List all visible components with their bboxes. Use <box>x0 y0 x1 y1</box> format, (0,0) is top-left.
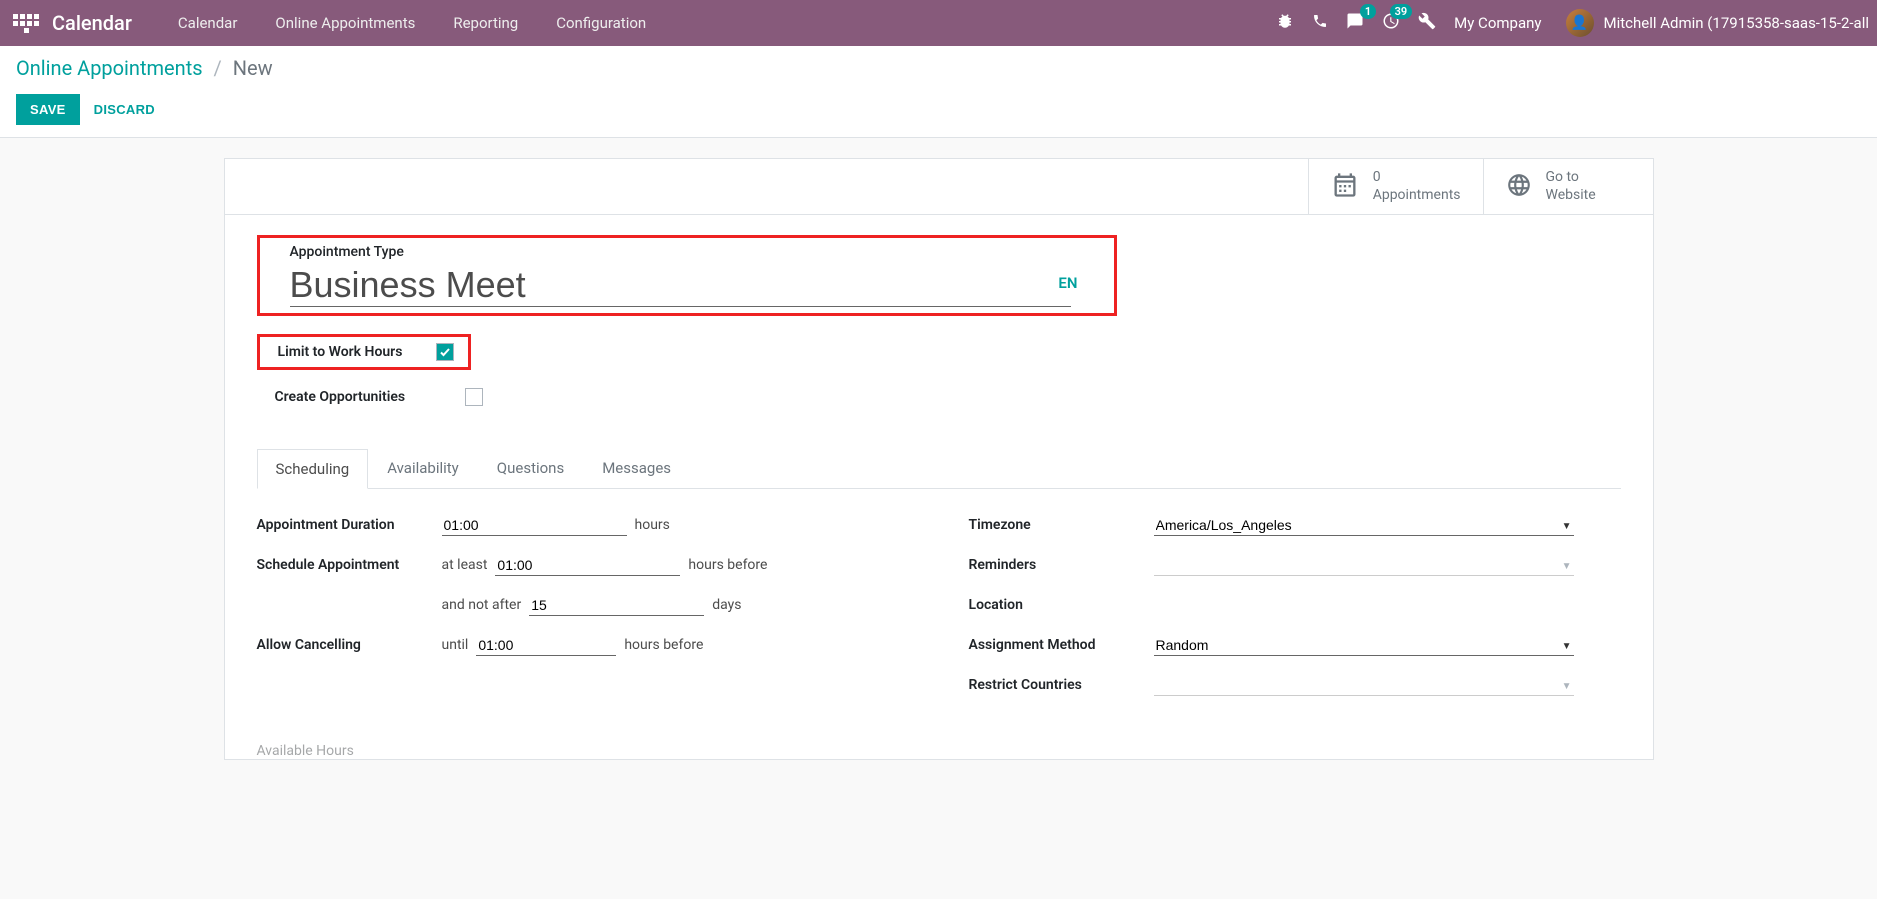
appointment-type-label: Appointment Type <box>290 244 1104 260</box>
activities-icon[interactable]: 39 <box>1382 12 1400 34</box>
company-switcher[interactable]: My Company <box>1454 14 1541 32</box>
schedule-label: Schedule Appointment <box>257 557 442 573</box>
duration-label: Appointment Duration <box>257 517 442 533</box>
reminders-label: Reminders <box>969 557 1154 573</box>
tabs: Scheduling Availability Questions Messag… <box>257 448 1621 488</box>
restrict-label: Restrict Countries <box>969 677 1154 693</box>
cancel-suffix: hours before <box>624 637 703 653</box>
nav-items: Calendar Online Appointments Reporting C… <box>160 2 664 44</box>
timezone-label: Timezone <box>969 517 1154 533</box>
tab-scheduling[interactable]: Scheduling <box>257 449 369 489</box>
cancel-input[interactable] <box>476 635 616 656</box>
language-badge[interactable]: EN <box>1058 274 1077 292</box>
cancel-prefix: until <box>442 637 469 653</box>
appointment-type-input[interactable] <box>290 264 1071 307</box>
apps-icon[interactable] <box>12 9 40 37</box>
timezone-select[interactable] <box>1154 515 1574 536</box>
systray: 1 39 My Company 👤 Mitchell Admin (179153… <box>1276 9 1869 37</box>
breadcrumb-current: New <box>233 56 273 80</box>
not-after-prefix: and not after <box>442 597 522 613</box>
stat-appointments-label: Appointments <box>1373 187 1461 205</box>
limit-work-hours-highlight: Limit to Work Hours <box>257 334 472 370</box>
available-hours-label: Available Hours <box>225 733 1653 759</box>
duration-input[interactable] <box>442 515 627 536</box>
at-least-suffix: hours before <box>688 557 767 573</box>
globe-icon <box>1506 172 1532 202</box>
appointment-type-highlight: Appointment Type EN <box>257 235 1117 316</box>
location-label: Location <box>969 597 1154 613</box>
scheduling-left-col: Appointment Duration hours Schedule Appo… <box>257 509 909 709</box>
user-avatar-icon: 👤 <box>1566 9 1594 37</box>
restrict-select[interactable] <box>1154 675 1574 696</box>
assignment-select[interactable] <box>1154 635 1574 656</box>
tab-content-scheduling: Appointment Duration hours Schedule Appo… <box>257 488 1621 733</box>
stat-website[interactable]: Go to Website <box>1483 159 1653 214</box>
tab-questions[interactable]: Questions <box>478 448 583 488</box>
duration-unit: hours <box>635 517 670 533</box>
discard-button[interactable]: DISCARD <box>94 102 155 117</box>
tab-messages[interactable]: Messages <box>583 448 690 488</box>
cancel-label: Allow Cancelling <box>257 637 442 653</box>
at-least-input[interactable] <box>495 555 680 576</box>
reminders-select[interactable] <box>1154 555 1574 576</box>
tab-availability[interactable]: Availability <box>368 448 478 488</box>
top-nav: Calendar Calendar Online Appointments Re… <box>0 0 1877 46</box>
messages-icon[interactable]: 1 <box>1346 12 1364 34</box>
limit-work-hours-checkbox[interactable] <box>436 343 454 361</box>
not-after-input[interactable] <box>529 595 704 616</box>
save-button[interactable]: SAVE <box>16 94 80 125</box>
calendar-icon <box>1331 171 1359 203</box>
create-opportunities-row: Create Opportunities <box>275 388 1621 406</box>
nav-configuration[interactable]: Configuration <box>538 2 664 44</box>
stat-button-box: 0 Appointments Go to Website <box>225 159 1653 215</box>
stat-website-line1: Go to <box>1546 169 1596 187</box>
checkbox-zone: Limit to Work Hours Create Opportunities <box>225 322 1653 406</box>
tabs-wrap: Scheduling Availability Questions Messag… <box>225 420 1653 733</box>
stat-appointments-count: 0 <box>1373 169 1461 187</box>
user-name: Mitchell Admin (17915358-saas-15-2-all <box>1604 14 1870 32</box>
bug-icon[interactable] <box>1276 12 1294 34</box>
not-after-suffix: days <box>712 597 741 613</box>
stat-website-line2: Website <box>1546 187 1596 205</box>
stat-appointments[interactable]: 0 Appointments <box>1308 159 1483 214</box>
breadcrumb: Online Appointments / New <box>16 56 1861 80</box>
at-least-prefix: at least <box>442 557 488 573</box>
nav-online-appointments[interactable]: Online Appointments <box>257 2 433 44</box>
activities-badge: 39 <box>1390 4 1413 19</box>
phone-icon[interactable] <box>1312 13 1328 33</box>
form-sheet: 0 Appointments Go to Website Appointment… <box>224 158 1654 760</box>
user-menu[interactable]: 👤 Mitchell Admin (17915358-saas-15-2-all <box>1566 9 1870 37</box>
content-area: 0 Appointments Go to Website Appointment… <box>0 138 1877 800</box>
messages-badge: 1 <box>1360 4 1376 19</box>
tools-icon[interactable] <box>1418 12 1436 34</box>
title-block: Appointment Type EN <box>225 215 1653 322</box>
control-bar: Online Appointments / New SAVE DISCARD <box>0 46 1877 138</box>
brand-name[interactable]: Calendar <box>52 11 132 35</box>
limit-work-hours-label: Limit to Work Hours <box>278 344 403 360</box>
actions-row: SAVE DISCARD <box>16 94 1861 137</box>
assignment-label: Assignment Method <box>969 637 1154 653</box>
breadcrumb-parent[interactable]: Online Appointments <box>16 56 203 80</box>
create-opportunities-label: Create Opportunities <box>275 389 445 405</box>
nav-calendar[interactable]: Calendar <box>160 2 256 44</box>
nav-reporting[interactable]: Reporting <box>435 2 536 44</box>
create-opportunities-checkbox[interactable] <box>465 388 483 406</box>
scheduling-right-col: Timezone ▼ Reminders ▼ <box>969 509 1621 709</box>
